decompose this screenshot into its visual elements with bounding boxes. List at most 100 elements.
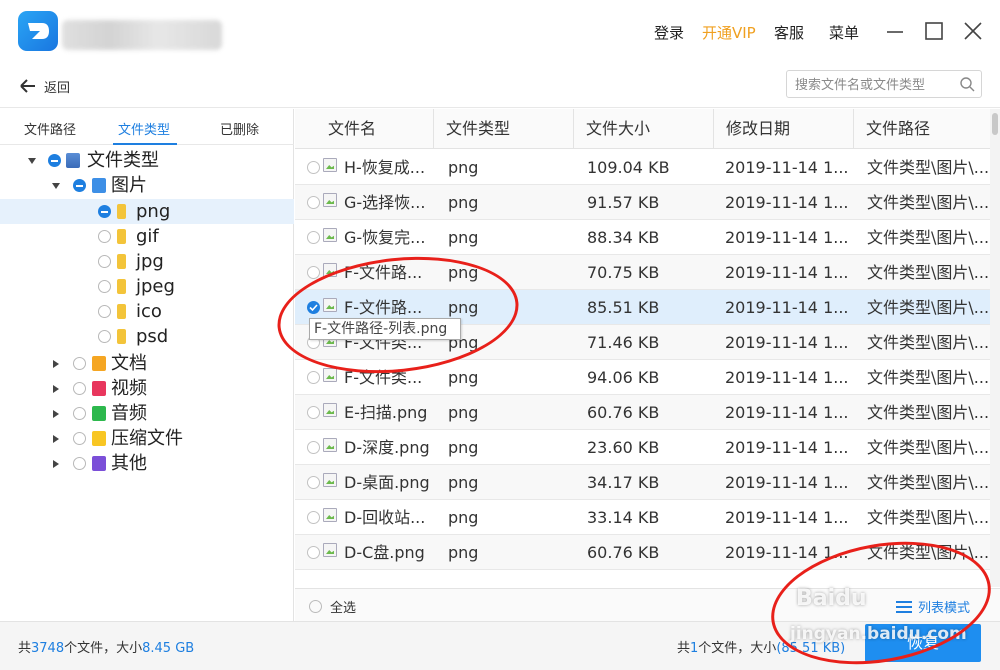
file-path: 文件类型\图片\... (867, 508, 990, 527)
tree-label: 文件类型 (87, 150, 159, 171)
tree-checkbox[interactable] (73, 457, 86, 470)
chevron-right-icon[interactable] (51, 434, 61, 444)
file-size: 33.14 KB (587, 508, 660, 527)
tree-label: 文档 (111, 353, 147, 374)
file-size: 34.17 KB (587, 473, 660, 492)
file-size: 70.75 KB (587, 263, 660, 282)
maximize-icon[interactable] (921, 18, 947, 44)
minimize-icon[interactable] (882, 18, 908, 44)
radio-icon[interactable] (307, 406, 320, 419)
file-name: D-桌面.png (344, 473, 430, 492)
tree-checkbox[interactable] (73, 179, 86, 192)
radio-icon[interactable] (307, 371, 320, 384)
table-row[interactable]: D-深度.png png 23.60 KB 2019-11-14 1... 文件类型\图… (295, 430, 1000, 465)
tree-checkbox[interactable] (73, 357, 86, 370)
file-name: G-选择恢... (344, 193, 426, 212)
vertical-scrollbar[interactable] (990, 109, 1000, 587)
chevron-right-icon[interactable] (51, 459, 61, 469)
tree-checkbox[interactable] (98, 330, 111, 343)
active-tab-indicator (113, 143, 177, 145)
tree-item-psd[interactable]: psd (0, 324, 294, 349)
tab-deleted[interactable]: 已删除 (220, 119, 259, 138)
file-date: 2019-11-14 1... (725, 368, 849, 387)
tree-item-root[interactable]: 文件类型 (0, 148, 294, 173)
other-icon (92, 456, 106, 471)
tree-item-other[interactable]: 其他 (0, 451, 294, 476)
back-button[interactable]: 返回 (18, 75, 70, 97)
table-row[interactable]: D-回收站... png 33.14 KB 2019-11-14 1... 文件类型\图… (295, 500, 1000, 535)
service-link[interactable]: 客服 (774, 22, 804, 43)
app-window: 登录 开通VIP 客服 菜单 返回 文件路径 文件类型 已删除 (0, 0, 1000, 670)
arrow-left-icon (20, 79, 35, 93)
chevron-right-icon[interactable] (51, 384, 61, 394)
select-all-checkbox[interactable]: 全选 (309, 597, 356, 616)
tree-checkbox[interactable] (98, 205, 111, 218)
close-icon[interactable] (960, 18, 986, 44)
image-file-icon (323, 543, 337, 557)
tree-item-ico[interactable]: ico (0, 299, 294, 324)
tree-checkbox[interactable] (98, 280, 111, 293)
column-header-path[interactable]: 文件路径 (833, 109, 993, 149)
chevron-down-icon[interactable] (27, 156, 37, 166)
column-header-type[interactable]: 文件类型 (413, 109, 573, 149)
radio-icon[interactable] (307, 231, 320, 244)
vip-link[interactable]: 开通VIP (702, 22, 756, 43)
table-row[interactable]: G-选择恢... png 91.57 KB 2019-11-14 1... 文件类型\图… (295, 185, 1000, 220)
sel-mid: 个文件，大小 (698, 641, 777, 656)
tree-item-video[interactable]: 视频 (0, 376, 294, 401)
tab-file-type[interactable]: 文件类型 (118, 119, 170, 138)
tree-checkbox[interactable] (48, 154, 61, 167)
file-path: 文件类型\图片\... (867, 158, 990, 177)
table-row[interactable]: H-恢复成... png 109.04 KB 2019-11-14 1... 文件类型\… (295, 150, 1000, 185)
tree-item-archive[interactable]: 压缩文件 (0, 426, 294, 451)
column-header-date[interactable]: 修改日期 (693, 109, 853, 149)
file-path: 文件类型\图片\... (867, 473, 990, 492)
tree-item-audio[interactable]: 音频 (0, 401, 294, 426)
tree-item-jpeg[interactable]: jpeg (0, 274, 294, 299)
file-path: 文件类型\图片\... (867, 333, 990, 352)
app-logo (18, 11, 58, 51)
tree-label: 其他 (111, 453, 147, 474)
table-row[interactable]: E-扫描.png png 60.76 KB 2019-11-14 1... 文件类型\图… (295, 395, 1000, 430)
tree-checkbox[interactable] (98, 230, 111, 243)
column-header-size[interactable]: 文件大小 (553, 109, 713, 149)
tree-checkbox[interactable] (73, 382, 86, 395)
chevron-right-icon[interactable] (51, 359, 61, 369)
total-stats: 共3748个文件，大小8.45 GB (18, 637, 194, 656)
radio-icon[interactable] (307, 196, 320, 209)
table-row[interactable]: G-恢复完... png 88.34 KB 2019-11-14 1... 文件类型\图… (295, 220, 1000, 255)
table-row[interactable]: D-桌面.png png 34.17 KB 2019-11-14 1... 文件类型\图… (295, 465, 1000, 500)
chevron-down-icon[interactable] (51, 181, 61, 191)
tree-label: gif (136, 226, 159, 247)
back-label: 返回 (44, 80, 71, 96)
tree-item-pictures[interactable]: 图片 (0, 173, 294, 198)
tree-item-gif[interactable]: gif (0, 224, 294, 249)
search-box[interactable] (786, 70, 982, 98)
search-icon[interactable] (959, 76, 975, 92)
scrollbar-thumb[interactable] (992, 113, 998, 135)
tree-checkbox[interactable] (73, 432, 86, 445)
radio-icon[interactable] (307, 266, 320, 279)
file-path: 文件类型\图片\... (867, 263, 990, 282)
tree-item-docs[interactable]: 文档 (0, 351, 294, 376)
tab-file-path[interactable]: 文件路径 (24, 119, 76, 138)
radio-icon[interactable] (307, 161, 320, 174)
radio-icon[interactable] (309, 600, 322, 613)
tree-checkbox[interactable] (73, 407, 86, 420)
file-type: png (448, 158, 479, 177)
select-all-label: 全选 (330, 601, 357, 616)
menu-link[interactable]: 菜单 (829, 22, 859, 43)
chevron-right-icon[interactable] (51, 409, 61, 419)
tree-item-png[interactable]: png (0, 199, 294, 224)
tree-label: 压缩文件 (111, 428, 183, 449)
tree-checkbox[interactable] (98, 255, 111, 268)
radio-icon[interactable] (307, 476, 320, 489)
tree-checkbox[interactable] (98, 305, 111, 318)
search-input[interactable] (795, 76, 955, 94)
login-link[interactable]: 登录 (654, 22, 684, 43)
tree-item-jpg[interactable]: jpg (0, 249, 294, 274)
file-name: D-C盘.png (344, 543, 425, 562)
radio-icon[interactable] (307, 546, 320, 559)
radio-icon[interactable] (307, 511, 320, 524)
radio-icon[interactable] (307, 441, 320, 454)
